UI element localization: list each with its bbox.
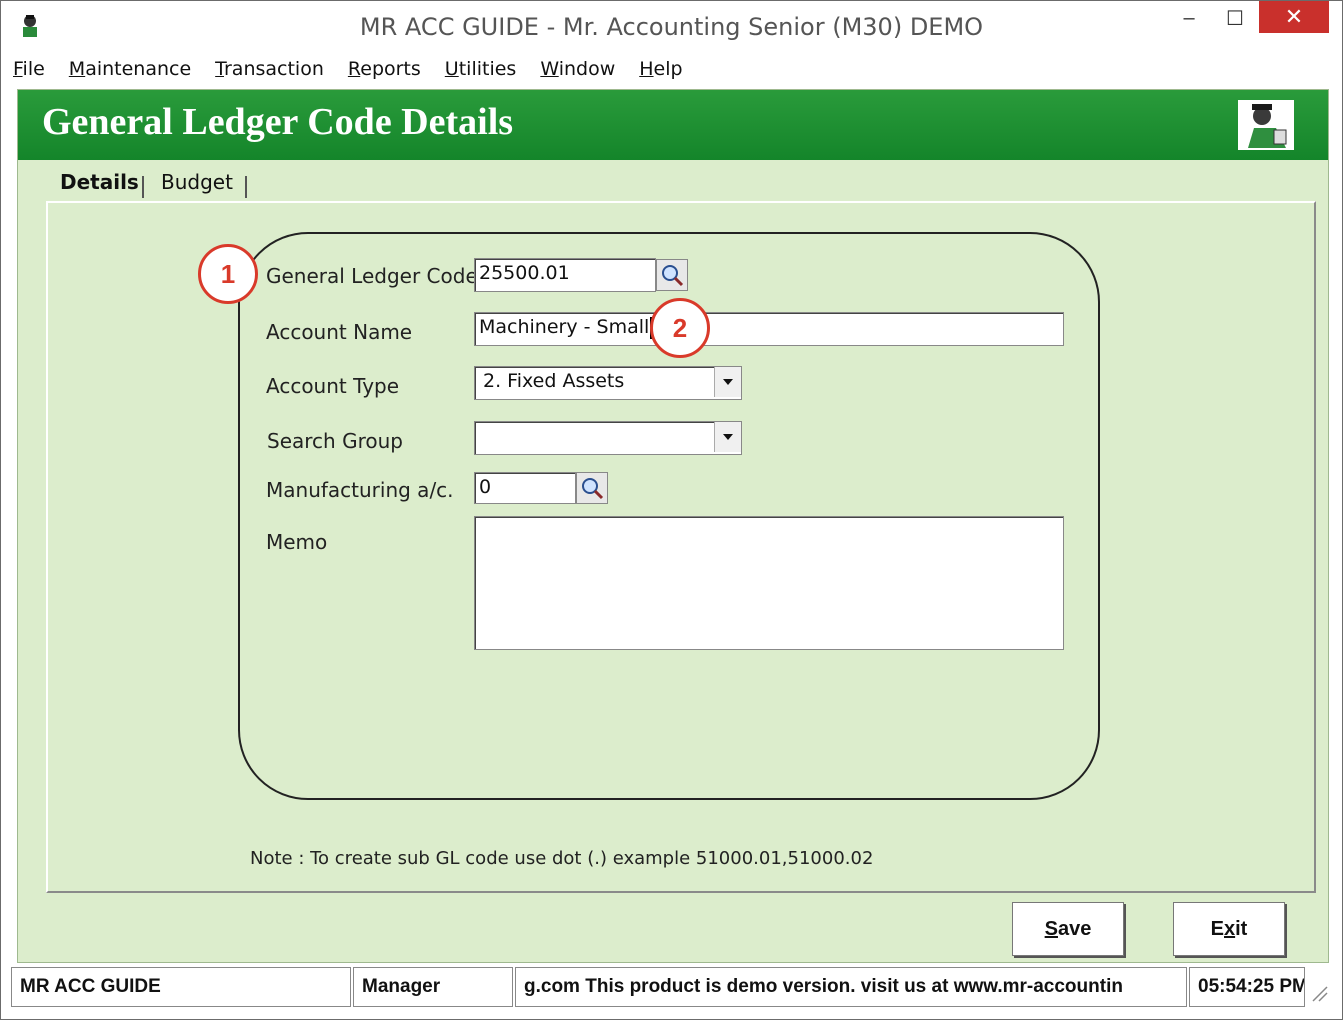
search-group-label: Search Group	[267, 429, 403, 453]
gl-code-lookup-button[interactable]	[656, 259, 688, 291]
gl-code-label: General Ledger Code	[266, 264, 478, 288]
resize-grip-icon[interactable]	[1309, 981, 1329, 1003]
memo-label: Memo	[266, 530, 328, 554]
page-title: General Ledger Code Details	[42, 101, 514, 143]
form-client-area: General Ledger Code Details Details Budg…	[17, 89, 1329, 963]
magnifier-icon	[582, 478, 604, 500]
chevron-down-icon	[723, 379, 733, 385]
account-name-value: Machinery - Small	[479, 316, 650, 338]
chevron-down-icon	[723, 434, 733, 440]
status-user: Manager	[353, 967, 513, 1007]
tab-divider	[142, 176, 144, 198]
sub-gl-note: Note : To create sub GL code use dot (.)…	[250, 848, 874, 869]
account-name-label: Account Name	[266, 320, 413, 344]
menu-bar: File Maintenance Transaction Reports Uti…	[13, 53, 707, 85]
callout-marker-2: 2	[650, 298, 710, 358]
account-type-label: Account Type	[266, 374, 400, 398]
menu-maintenance[interactable]: Maintenance	[69, 58, 191, 80]
tab-budget[interactable]: Budget	[161, 170, 233, 200]
status-message: g.com This product is demo version. visi…	[515, 967, 1187, 1007]
manufacturing-label: Manufacturing a/c.	[266, 478, 454, 502]
status-bar: MR ACC GUIDE Manager g.com This product …	[11, 967, 1329, 1009]
tab-divider	[245, 176, 247, 198]
exit-button[interactable]: Ex it	[1173, 902, 1285, 956]
account-type-dropdown-button[interactable]	[714, 367, 741, 397]
status-app-name: MR ACC GUIDE	[11, 967, 351, 1007]
callout-marker-1: 1	[198, 244, 258, 304]
menu-help[interactable]: Help	[639, 58, 682, 80]
gl-code-input[interactable]: 25500.01	[474, 258, 656, 292]
header-band: General Ledger Code Details	[18, 90, 1328, 160]
manufacturing-lookup-button[interactable]	[576, 472, 608, 504]
maximize-button[interactable]: ☐	[1215, 1, 1255, 35]
tab-details[interactable]: Details	[60, 170, 139, 200]
menu-window[interactable]: Window	[540, 58, 615, 80]
save-button[interactable]: Save	[1012, 902, 1124, 956]
close-button[interactable]: ✕	[1259, 1, 1329, 33]
magnifier-icon	[662, 265, 684, 287]
accountant-logo-icon	[1238, 100, 1294, 150]
account-name-input[interactable]: Machinery - Small	[474, 312, 1064, 346]
menu-reports[interactable]: Reports	[348, 58, 421, 80]
memo-textarea[interactable]	[474, 516, 1064, 650]
account-type-value: 2. Fixed Assets	[483, 370, 625, 392]
menu-file[interactable]: File	[13, 58, 45, 80]
minimize-button[interactable]: –	[1169, 1, 1209, 35]
search-group-dropdown-button[interactable]	[714, 422, 741, 452]
search-group-select[interactable]	[474, 421, 742, 455]
manufacturing-input[interactable]: 0	[474, 472, 576, 504]
status-clock: 05:54:25 PM	[1189, 967, 1305, 1007]
title-bar[interactable]: MR ACC GUIDE - Mr. Accounting Senior (M3…	[1, 1, 1342, 51]
menu-utilities[interactable]: Utilities	[445, 58, 517, 80]
account-type-select[interactable]: 2. Fixed Assets	[474, 366, 742, 400]
app-window: MR ACC GUIDE - Mr. Accounting Senior (M3…	[0, 0, 1343, 1020]
window-title: MR ACC GUIDE - Mr. Accounting Senior (M3…	[359, 13, 984, 41]
menu-transaction[interactable]: Transaction	[215, 58, 324, 80]
